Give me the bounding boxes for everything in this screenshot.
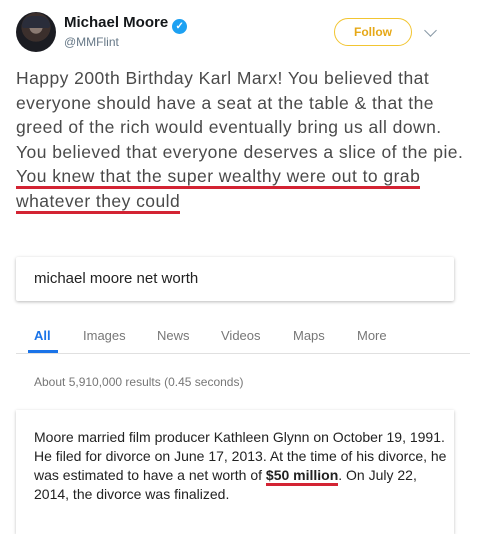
- follow-button[interactable]: Follow: [334, 18, 412, 46]
- tab-more[interactable]: More: [357, 328, 387, 343]
- verified-badge-icon: ✓: [172, 19, 188, 34]
- author-handle[interactable]: @MMFlint: [64, 35, 119, 49]
- author-name[interactable]: Michael Moore: [64, 14, 168, 31]
- result-stats: About 5,910,000 results (0.45 seconds): [34, 375, 244, 389]
- search-query: michael moore net worth: [34, 270, 199, 287]
- featured-snippet-text: Moore married film producer Kathleen Gly…: [34, 428, 454, 504]
- tweet-text: Happy 200th Birthday Karl Marx! You beli…: [16, 66, 468, 214]
- chevron-down-icon[interactable]: [424, 24, 437, 37]
- avatar[interactable]: [16, 12, 56, 52]
- tabs-divider: [16, 353, 470, 354]
- tab-images[interactable]: Images: [83, 328, 126, 343]
- tweet-text-plain: Happy 200th Birthday Karl Marx! You beli…: [16, 68, 464, 162]
- tab-all[interactable]: All: [34, 328, 51, 343]
- avatar-cap-graphic: [22, 16, 50, 28]
- tab-news[interactable]: News: [157, 328, 190, 343]
- tab-videos[interactable]: Videos: [221, 328, 261, 343]
- search-tabs: All Images News Videos Maps More: [0, 328, 477, 350]
- tab-maps[interactable]: Maps: [293, 328, 325, 343]
- author-name-row[interactable]: Michael Moore ✓: [64, 14, 188, 34]
- snippet-net-worth-highlight: $50 million: [265, 467, 339, 486]
- search-input[interactable]: michael moore net worth: [16, 257, 454, 301]
- tweet-text-highlighted: You knew that the super wealthy were out…: [16, 166, 421, 214]
